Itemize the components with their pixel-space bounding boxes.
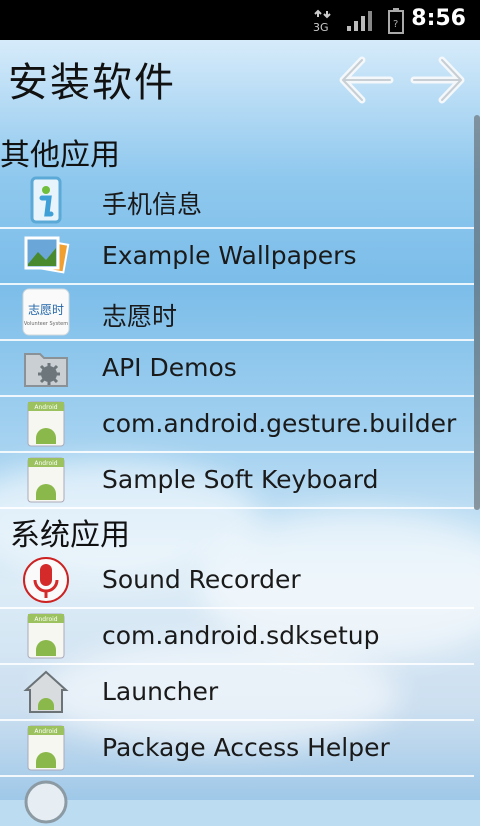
- app-label: Sound Recorder: [102, 565, 301, 594]
- launcher-home-icon: [23, 670, 69, 713]
- app-row[interactable]: Launcher: [0, 664, 474, 721]
- svg-text:Android: Android: [34, 460, 57, 467]
- page-title: 安装软件: [8, 60, 176, 106]
- status-bar: 3G ? 8:56: [0, 0, 480, 40]
- forward-arrow-icon[interactable]: [410, 54, 466, 106]
- app-label: Launcher: [102, 677, 219, 706]
- status-time: 8:56: [411, 6, 466, 31]
- android-default-icon: Android: [27, 725, 65, 771]
- app-label: 志愿时: [102, 302, 178, 331]
- app-label: API Demos: [102, 353, 237, 382]
- android-default-icon: Android: [27, 613, 65, 659]
- svg-text:Volunteer System: Volunteer System: [24, 321, 68, 327]
- section-header-other-apps: 其他应用: [0, 138, 120, 173]
- network-3g-icon: 3G: [313, 9, 331, 33]
- phone-info-icon: [30, 176, 62, 224]
- app-row[interactable]: Example Wallpapers: [0, 228, 474, 285]
- app-row[interactable]: 手机信息: [0, 172, 474, 229]
- app-row[interactable]: API Demos: [0, 340, 474, 397]
- battery-icon: ?: [388, 8, 404, 34]
- app-label: Package Access Helper: [102, 733, 390, 762]
- scrollbar[interactable]: [474, 115, 480, 510]
- svg-text:Android: Android: [34, 404, 57, 411]
- volunteer-system-icon: 志愿时 Volunteer System: [22, 288, 70, 336]
- svg-text:3G: 3G: [313, 21, 329, 33]
- app-label: com.android.sdksetup: [102, 621, 380, 650]
- android-default-icon: Android: [27, 401, 65, 447]
- section-header-system-apps: 系统应用: [10, 518, 130, 553]
- app-label: com.android.gesture.builder: [102, 409, 457, 438]
- app-label: 手机信息: [102, 190, 203, 219]
- microphone-icon: [23, 557, 69, 603]
- app-row[interactable]: Sound Recorder: [0, 552, 474, 609]
- svg-text:?: ?: [393, 19, 398, 30]
- svg-text:志愿时: 志愿时: [28, 303, 64, 317]
- svg-text:Android: Android: [34, 616, 57, 623]
- app-label: Sample Soft Keyboard: [102, 465, 379, 494]
- svg-text:Android: Android: [34, 728, 57, 735]
- back-arrow-icon[interactable]: [338, 54, 394, 106]
- app-row[interactable]: Android com.android.sdksetup: [0, 608, 474, 665]
- wallpapers-icon: [24, 236, 70, 274]
- header: 安装软件: [0, 40, 480, 112]
- app-row-partial[interactable]: [0, 776, 474, 824]
- app-row[interactable]: Android com.android.gesture.builder: [0, 396, 474, 453]
- app-row[interactable]: 志愿时 Volunteer System 志愿时: [0, 284, 474, 341]
- signal-strength-icon: [347, 11, 372, 31]
- android-default-icon: Android: [27, 457, 65, 503]
- app-label: Example Wallpapers: [102, 241, 357, 270]
- app-row[interactable]: Android Package Access Helper: [0, 720, 474, 777]
- search-icon: [24, 780, 68, 824]
- app-row[interactable]: Android Sample Soft Keyboard: [0, 452, 474, 509]
- folder-gear-icon: [24, 353, 68, 387]
